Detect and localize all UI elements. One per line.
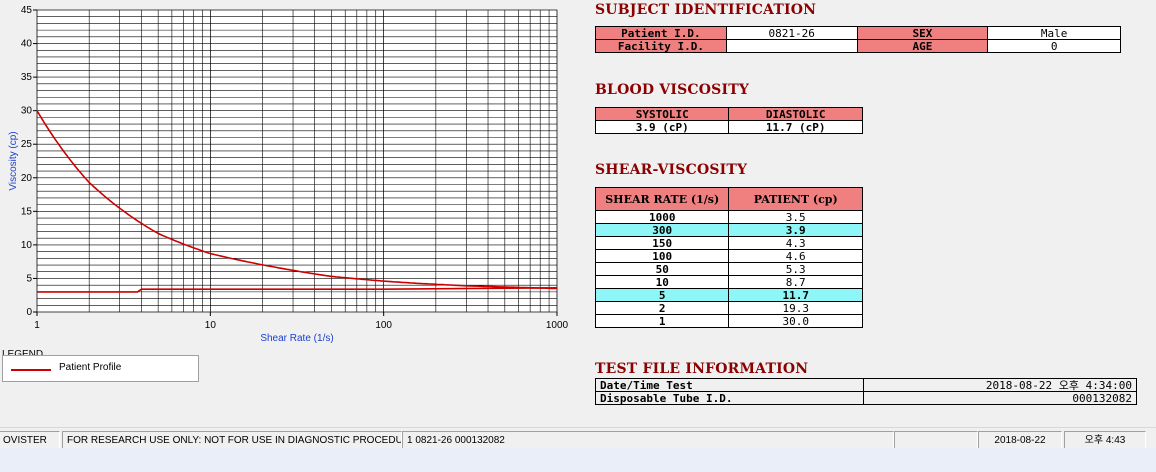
table-row: 1 30.0 [594, 314, 863, 328]
test-file-title: TEST FILE INFORMATION [595, 361, 809, 377]
table-row: 5 11.7 [594, 288, 863, 302]
patient-cp-cell: 3.9 [728, 223, 863, 237]
x-tick-label: 1 [34, 320, 40, 331]
shear-rate-cell: 1000 [594, 210, 730, 224]
patient-cp-cell: 11.7 [728, 288, 863, 302]
shear-rate-cell: 150 [594, 236, 730, 250]
diastolic-label: DIASTOLIC [728, 107, 863, 121]
age-value: 0 [987, 39, 1121, 53]
patient-cp-cell: 5.3 [728, 262, 863, 276]
datetime-value: 2018-08-22 오후 4:34:00 [863, 378, 1138, 392]
shear-viscosity-title: SHEAR-VISCOSITY [595, 162, 748, 178]
age-label: AGE [856, 39, 989, 53]
blood-viscosity-title: BLOOD VISCOSITY [595, 82, 750, 98]
blood-viscosity-table: SYSTOLIC DIASTOLIC 3.9 (cP) 11.7 (cP) [594, 107, 863, 134]
table-row: 150 4.3 [594, 236, 863, 250]
y-tick-label: 20 [21, 173, 33, 184]
chart-svg: 0 5 10 15 20 25 30 35 40 45 1 10 100 1000 Shear Rate … [8, 5, 569, 344]
systolic-value: 3.9 (cP) [594, 120, 730, 134]
y-tick-label: 5 [26, 273, 32, 284]
y-tick-label: 10 [21, 240, 33, 251]
tube-id-label: Disposable Tube I.D. [595, 391, 864, 405]
table-row: 100 4.6 [594, 249, 863, 263]
x-tick-label: 100 [375, 320, 392, 331]
table-row: 1000 3.5 [594, 210, 863, 224]
legend-box: Patient Profile [2, 355, 199, 382]
shear-viscosity-table: SHEAR RATE (1/s) PATIENT (cp) 1000 3.5 30… [594, 187, 863, 328]
patient-cp-cell: 8.7 [728, 275, 863, 289]
subject-title: SUBJECT IDENTIFICATION [595, 2, 817, 18]
patient-cp-cell: 3.5 [728, 210, 863, 224]
diastolic-value: 11.7 (cP) [728, 120, 863, 134]
sex-value: Male [987, 26, 1121, 40]
y-tick-label: 25 [21, 139, 33, 150]
tube-id-value: 000132082 [863, 391, 1138, 405]
plot-area [36, 9, 558, 313]
shear-rate-cell: 300 [594, 223, 730, 237]
test-file-table: Date/Time Test 2018-08-22 오후 4:34:00 Dis… [595, 378, 1138, 405]
patient-id-value: 0821-26 [725, 26, 858, 40]
shear-rate-cell: 50 [594, 262, 730, 276]
legend-item-label: Patient Profile [59, 362, 122, 373]
sex-label: SEX [856, 26, 989, 40]
systolic-label: SYSTOLIC [594, 107, 730, 121]
legend-swatch [11, 369, 51, 371]
shear-rate-cell: 100 [594, 249, 730, 263]
shear-rate-cell: 5 [594, 288, 730, 302]
x-tick-label: 10 [205, 320, 217, 331]
patient-cp-header: PATIENT (cp) [728, 187, 863, 211]
shear-rate-cell: 2 [594, 301, 730, 315]
y-tick-label: 30 [21, 106, 33, 117]
facility-id-value [725, 39, 858, 53]
patient-cp-cell: 30.0 [728, 314, 863, 328]
shear-rate-header: SHEAR RATE (1/s) [594, 187, 730, 211]
x-axis-title: Shear Rate (1/s) [260, 333, 333, 344]
y-tick-label: 15 [21, 206, 33, 217]
datetime-label: Date/Time Test [595, 378, 864, 392]
y-tick-label: 45 [21, 5, 33, 16]
shear-rate-cell: 1 [594, 314, 730, 328]
patient-cp-cell: 19.3 [728, 301, 863, 315]
viscosity-chart: 0 5 10 15 20 25 30 35 40 45 1 10 100 1000 Shear Rate … [0, 0, 582, 346]
y-axis-title: Viscosity (cp) [8, 131, 19, 190]
patient-cp-cell: 4.3 [728, 236, 863, 250]
table-row: 10 8.7 [594, 275, 863, 289]
facility-id-label: Facility I.D. [595, 39, 727, 53]
table-row: 300 3.9 [594, 223, 863, 237]
y-tick-label: 0 [26, 307, 32, 318]
patient-id-label: Patient I.D. [595, 26, 727, 40]
table-row: 2 19.3 [594, 301, 863, 315]
x-tick-label: 1000 [546, 320, 569, 331]
patient-cp-cell: 4.6 [728, 249, 863, 263]
y-tick-label: 35 [21, 72, 33, 83]
bottom-strip [0, 448, 1156, 472]
shear-rate-cell: 10 [594, 275, 730, 289]
y-tick-label: 40 [21, 39, 33, 50]
subject-table: Patient I.D. 0821-26 SEX Male Facility I… [595, 26, 1121, 53]
table-row: 50 5.3 [594, 262, 863, 276]
